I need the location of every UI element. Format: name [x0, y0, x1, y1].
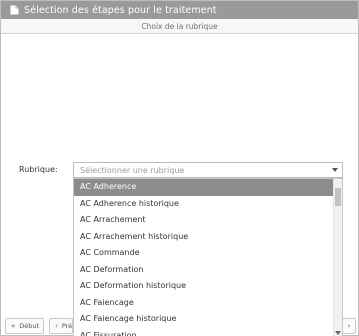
rubrique-label: Rubrique:	[19, 165, 58, 174]
chevron-down-icon[interactable]	[332, 168, 338, 172]
chevron-right-icon: ›	[347, 322, 351, 330]
dialog-title: Sélection des étapes pour le traitement	[24, 4, 217, 16]
chevron-left-icon: ‹	[55, 322, 58, 330]
option-ac-faiencage[interactable]: AC Faiencage	[74, 295, 334, 312]
title-bar: Sélection des étapes pour le traitement	[1, 1, 358, 19]
dialog-window: Sélection des étapes pour le traitement …	[0, 0, 359, 336]
rubrique-dropdown: AC Adherence AC Adherence historique AC …	[73, 178, 343, 336]
rubrique-select[interactable]: Sélectionner une rubrique	[73, 162, 343, 178]
previous-step-button[interactable]: ‹ Pré	[49, 318, 73, 334]
previous-step-label: Pré	[61, 322, 73, 330]
first-step-button[interactable]: « Début	[5, 318, 44, 334]
section-title: Choix de la rubrique	[141, 21, 218, 31]
section-header: Choix de la rubrique	[1, 19, 358, 34]
scrollbar-thumb[interactable]	[335, 188, 341, 206]
wizard-footer: « Début ‹ Pré ›	[1, 315, 358, 336]
rubrique-options-list: AC Adherence AC Adherence historique AC …	[74, 179, 334, 336]
document-icon	[10, 5, 19, 15]
option-ac-deformation-historique[interactable]: AC Deformation historique	[74, 278, 334, 295]
first-step-label: Début	[19, 322, 40, 330]
rubrique-placeholder: Sélectionner une rubrique	[80, 165, 185, 175]
option-ac-adherence[interactable]: AC Adherence	[74, 179, 334, 196]
next-step-button[interactable]: ›	[342, 318, 356, 334]
option-ac-arrachement[interactable]: AC Arrachement	[74, 212, 334, 229]
dropdown-scrollbar[interactable]	[333, 179, 342, 336]
option-ac-arrachement-historique[interactable]: AC Arrachement historique	[74, 229, 334, 246]
double-chevron-left-icon: «	[11, 322, 16, 330]
option-ac-adherence-historique[interactable]: AC Adherence historique	[74, 196, 334, 213]
option-ac-deformation[interactable]: AC Deformation	[74, 262, 334, 279]
option-ac-commande[interactable]: AC Commande	[74, 245, 334, 262]
